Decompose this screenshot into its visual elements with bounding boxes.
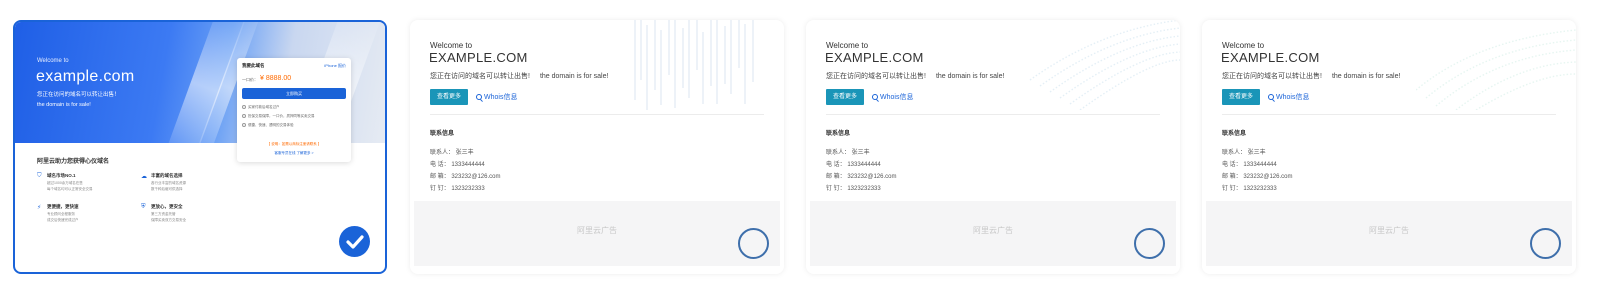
panel-feature: 便捷、快速、透明的交易体验: [242, 123, 294, 128]
welcome-text: Welcome to: [826, 41, 869, 50]
subtitle: 您正在访问的域名可以转让出售! the domain is for sale!: [430, 73, 609, 80]
view-more-button[interactable]: 查看更多: [430, 89, 468, 105]
template-card-4[interactable]: Welcome to EXAMPLE.COM 您正在访问的域名可以转让出售! th…: [1202, 20, 1576, 274]
view-more-button[interactable]: 查看更多: [826, 89, 864, 105]
search-icon: [1268, 94, 1274, 100]
ad-banner: 阿里云广告: [810, 201, 1176, 266]
template-card-3[interactable]: Welcome to EXAMPLE.COM 您正在访问的域名可以转让出售! th…: [806, 20, 1180, 274]
check-circle-icon: [242, 114, 246, 119]
template-card-2[interactable]: Welcome to EXAMPLE.COM 您正在访问的域名可以转让出售! th…: [410, 20, 784, 274]
domain-name: example.com: [36, 68, 135, 85]
contact-line: 联系人： 张三丰: [430, 150, 474, 156]
contact-line: 电 话： 1333444444: [826, 162, 881, 168]
contact-line: 联系人： 张三丰: [826, 150, 870, 156]
template-selector: Welcome to example.com 您正在访问的域名可以转让出售！ t…: [0, 0, 1618, 286]
contact-line: 电 话： 1333444444: [1222, 162, 1277, 168]
panel-note: 【 说明：如需以商标注册请联系 】: [266, 142, 322, 146]
price-value: ¥ 8888.00: [260, 75, 292, 82]
buy-now-button[interactable]: 立即购买: [242, 88, 346, 99]
search-icon: [476, 94, 482, 100]
ad-text: 阿里云广告: [577, 226, 617, 235]
check-circle-icon: [242, 123, 246, 128]
contact-line: 联系人： 张三丰: [1222, 150, 1266, 156]
contact-line: 钉 钉： 1323232333: [1222, 186, 1277, 192]
cloud-icon: ☁: [141, 174, 147, 180]
ad-text: 阿里云广告: [973, 226, 1013, 235]
contact-line: 电 话： 1333444444: [430, 162, 485, 168]
subtitle: 您正在访问的域名可以转让出售! the domain is for sale!: [1222, 73, 1401, 80]
panel-service-link[interactable]: 客服专员在线 了解更多 >: [237, 151, 351, 156]
domain-name: EXAMPLE.COM: [429, 50, 528, 65]
panel-feature: 担保交易保障，一口价，质押同等买卖交易: [242, 114, 315, 119]
checkmark-icon[interactable]: [339, 226, 370, 257]
features-title: 阿里云助力您获得心仪域名: [37, 159, 110, 165]
buy-panel: 我要此域名 iPhone 报价 一口价： ¥ 8888.00 立即购买 买家付款…: [237, 58, 351, 162]
whois-link[interactable]: Whois信息: [476, 92, 517, 102]
contact-line: 邮 箱： 323232@126.com: [1222, 174, 1293, 180]
search-icon: [872, 94, 878, 100]
whois-link[interactable]: Whois信息: [872, 92, 913, 102]
contact-title: 联系信息: [1222, 131, 1247, 137]
empty-circle-icon[interactable]: [738, 228, 769, 259]
domain-name: EXAMPLE.COM: [825, 50, 924, 65]
divider: [1222, 114, 1556, 115]
ad-banner: 阿里云广告: [1206, 201, 1572, 266]
welcome-text: Welcome to: [430, 41, 473, 50]
subtitle-en: the domain is for sale!: [37, 102, 91, 108]
view-more-button[interactable]: 查看更多: [1222, 89, 1260, 105]
subtitle-cn: 您正在访问的域名可以转让出售！: [37, 92, 120, 98]
template-card-1[interactable]: Welcome to example.com 您正在访问的域名可以转让出售！ t…: [13, 20, 387, 274]
domain-name: EXAMPLE.COM: [1221, 50, 1320, 65]
shield-icon: ⛉: [37, 173, 42, 179]
ad-banner: 阿里云广告: [414, 201, 780, 266]
panel-title: 我要此域名: [242, 63, 265, 68]
welcome-text: Welcome to: [37, 58, 69, 64]
lock-icon: ⛨: [141, 204, 146, 210]
subtitle: 您正在访问的域名可以转让出售! the domain is for sale!: [826, 73, 1005, 80]
panel-feature: 买家付款后域名过户: [242, 105, 280, 110]
ad-text: 阿里云广告: [1369, 226, 1409, 235]
decorative-bars: [634, 20, 754, 110]
check-circle-icon: [242, 105, 246, 110]
decorative-waves: [1416, 29, 1576, 110]
divider: [430, 114, 764, 115]
divider: [826, 114, 1160, 115]
contact-line: 钉 钉： 1323232333: [826, 186, 881, 192]
whois-link[interactable]: Whois信息: [1268, 92, 1309, 102]
lightning-icon: ⚡: [37, 205, 42, 211]
contact-line: 邮 箱： 323232@126.com: [826, 174, 897, 180]
contact-title: 联系信息: [430, 131, 455, 137]
price-label: 一口价：: [242, 77, 258, 82]
panel-link[interactable]: iPhone 报价: [324, 63, 346, 69]
empty-circle-icon[interactable]: [1530, 228, 1561, 259]
contact-title: 联系信息: [826, 131, 851, 137]
contact-line: 邮 箱： 323232@126.com: [430, 174, 501, 180]
empty-circle-icon[interactable]: [1134, 228, 1165, 259]
decorative-dots: [1029, 20, 1180, 110]
welcome-text: Welcome to: [1222, 41, 1265, 50]
contact-line: 钉 钉： 1323232333: [430, 186, 485, 192]
